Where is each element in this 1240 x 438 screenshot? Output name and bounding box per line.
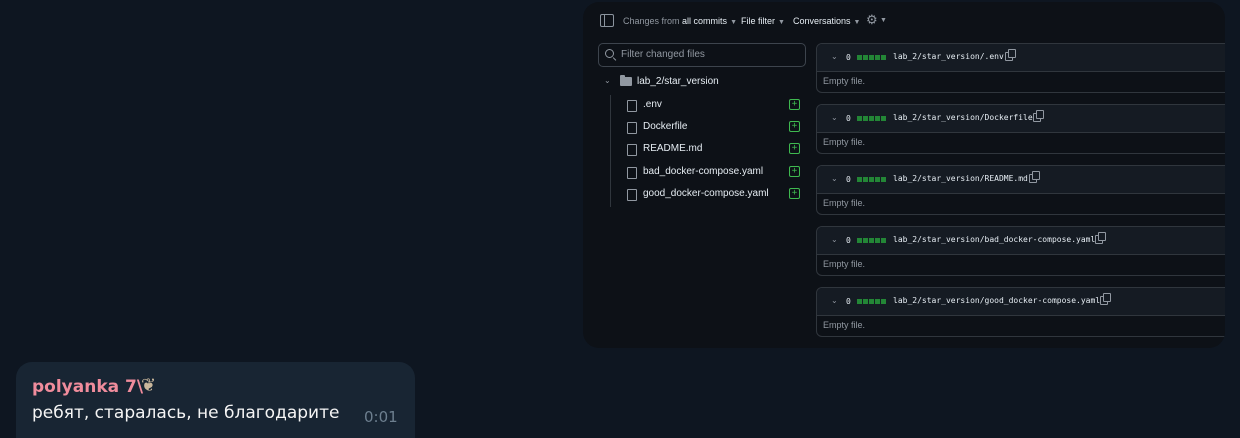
message-time: 0:01 <box>364 408 398 426</box>
copy-icon <box>1029 171 1040 183</box>
diffstat-bars <box>857 55 889 60</box>
file-added-icon: + <box>789 166 800 177</box>
file-added-icon: + <box>789 121 800 132</box>
diffstat-bars <box>857 116 889 121</box>
file-filter-menu: File filter ▼ <box>741 16 785 26</box>
copy-icon <box>1033 110 1044 122</box>
diff-file-header: ⌄ 0 lab_2/star_version/.env <box>817 44 1225 72</box>
file-icon <box>627 100 637 112</box>
diff-file-path: lab_2/star_version/README.md <box>893 174 1028 183</box>
chevron-down-icon: ▼ <box>880 17 887 24</box>
filter-changed-files-box <box>598 43 806 67</box>
diff-empty-note: Empty file. <box>823 198 866 208</box>
diff-file-header: ⌄ 0 lab_2/star_version/bad_docker-compos… <box>817 227 1225 255</box>
diff-file-path: lab_2/star_version/Dockerfile <box>893 113 1033 122</box>
file-tree-label: Dockerfile <box>643 121 688 132</box>
folder-label: lab_2/star_version <box>637 76 719 87</box>
file-tree-item: good_docker-compose.yaml + <box>627 187 804 205</box>
message-bubble[interactable]: polyanka 7\ ❦ ребят, старалась, не благо… <box>16 362 415 438</box>
diffstat-bars <box>857 238 889 243</box>
gear-icon: ⚙ <box>866 12 878 27</box>
diff-file-header: ⌄ 0 lab_2/star_version/good_docker-compo… <box>817 288 1225 316</box>
file-added-icon: + <box>789 99 800 110</box>
file-tree-item: Dockerfile + <box>627 120 804 138</box>
chevron-down-icon: ⌄ <box>604 76 611 85</box>
file-tree-folder: ⌄ lab_2/star_version <box>604 75 804 91</box>
message-text: ребят, старалась, не благодарите <box>32 403 340 423</box>
file-tree-item: .env + <box>627 98 804 116</box>
diff-empty-note: Empty file. <box>823 76 866 86</box>
diff-file-header: ⌄ 0 lab_2/star_version/README.md <box>817 166 1225 194</box>
diff-file-path: lab_2/star_version/bad_docker-compose.ya… <box>893 235 1096 244</box>
diff-line-count: 0 <box>846 236 851 245</box>
chevron-down-icon: ⌄ <box>831 235 838 244</box>
sender-name[interactable]: polyanka 7\ <box>32 377 143 397</box>
diff-file-header: ⌄ 0 lab_2/star_version/Dockerfile <box>817 105 1225 133</box>
diff-line-count: 0 <box>846 53 851 62</box>
folder-icon <box>620 75 632 86</box>
diff-empty-note: Empty file. <box>823 259 866 269</box>
tree-guide-line <box>610 95 611 207</box>
diff-file-card: ⌄ 0 lab_2/star_version/README.md Empty f… <box>816 165 1225 215</box>
file-icon <box>627 167 637 179</box>
attached-screenshot[interactable]: Changes from all commits ▼ File filter ▼ C… <box>583 2 1225 348</box>
diff-file-card: ⌄ 0 lab_2/star_version/good_docker-compo… <box>816 287 1225 337</box>
diff-file-card: ⌄ 0 lab_2/star_version/bad_docker-compos… <box>816 226 1225 276</box>
chevron-down-icon: ⌄ <box>831 52 838 61</box>
chevron-down-icon: ⌄ <box>831 174 838 183</box>
search-icon <box>605 49 614 58</box>
copy-icon <box>1005 49 1016 61</box>
file-icon <box>627 122 637 134</box>
chevron-down-icon: ▼ <box>730 19 737 26</box>
diff-file-card: ⌄ 0 lab_2/star_version/Dockerfile Empty … <box>816 104 1225 154</box>
diff-line-count: 0 <box>846 297 851 306</box>
maple-leaf-icon: ❦ <box>141 375 157 396</box>
diff-empty-note: Empty file. <box>823 320 866 330</box>
file-tree-label: .env <box>643 99 662 110</box>
diffstat-bars <box>857 177 889 182</box>
chevron-down-icon: ⌄ <box>831 113 838 122</box>
diff-file-path: lab_2/star_version/.env <box>893 52 1004 61</box>
file-tree-item: README.md + <box>627 142 804 160</box>
sidebar-toggle-icon <box>600 14 614 27</box>
conversations-menu: Conversations ▼ <box>793 16 861 26</box>
file-tree-item: bad_docker-compose.yaml + <box>627 165 804 183</box>
file-added-icon: + <box>789 143 800 154</box>
chevron-down-icon: ▼ <box>778 19 785 26</box>
filter-changed-files-input <box>621 47 801 62</box>
copy-icon <box>1100 293 1111 305</box>
file-icon <box>627 144 637 156</box>
changes-from-menu: Changes from all commits ▼ <box>623 16 737 26</box>
diffstat-bars <box>857 299 889 304</box>
chevron-down-icon: ⌄ <box>831 296 838 305</box>
chevron-down-icon: ▼ <box>853 19 861 26</box>
file-added-icon: + <box>789 188 800 199</box>
file-icon <box>627 189 637 201</box>
file-tree-label: README.md <box>643 143 703 154</box>
file-tree-label: good_docker-compose.yaml <box>643 188 769 199</box>
diff-empty-note: Empty file. <box>823 137 866 147</box>
diff-line-count: 0 <box>846 114 851 123</box>
diff-line-count: 0 <box>846 175 851 184</box>
copy-icon <box>1095 232 1106 244</box>
diff-file-path: lab_2/star_version/good_docker-compose.y… <box>893 296 1101 305</box>
diff-toolbar: Changes from all commits ▼ File filter ▼ C… <box>583 2 1225 42</box>
diff-file-card: ⌄ 0 lab_2/star_version/.env Empty file. <box>816 43 1225 93</box>
file-tree-label: bad_docker-compose.yaml <box>643 166 764 177</box>
